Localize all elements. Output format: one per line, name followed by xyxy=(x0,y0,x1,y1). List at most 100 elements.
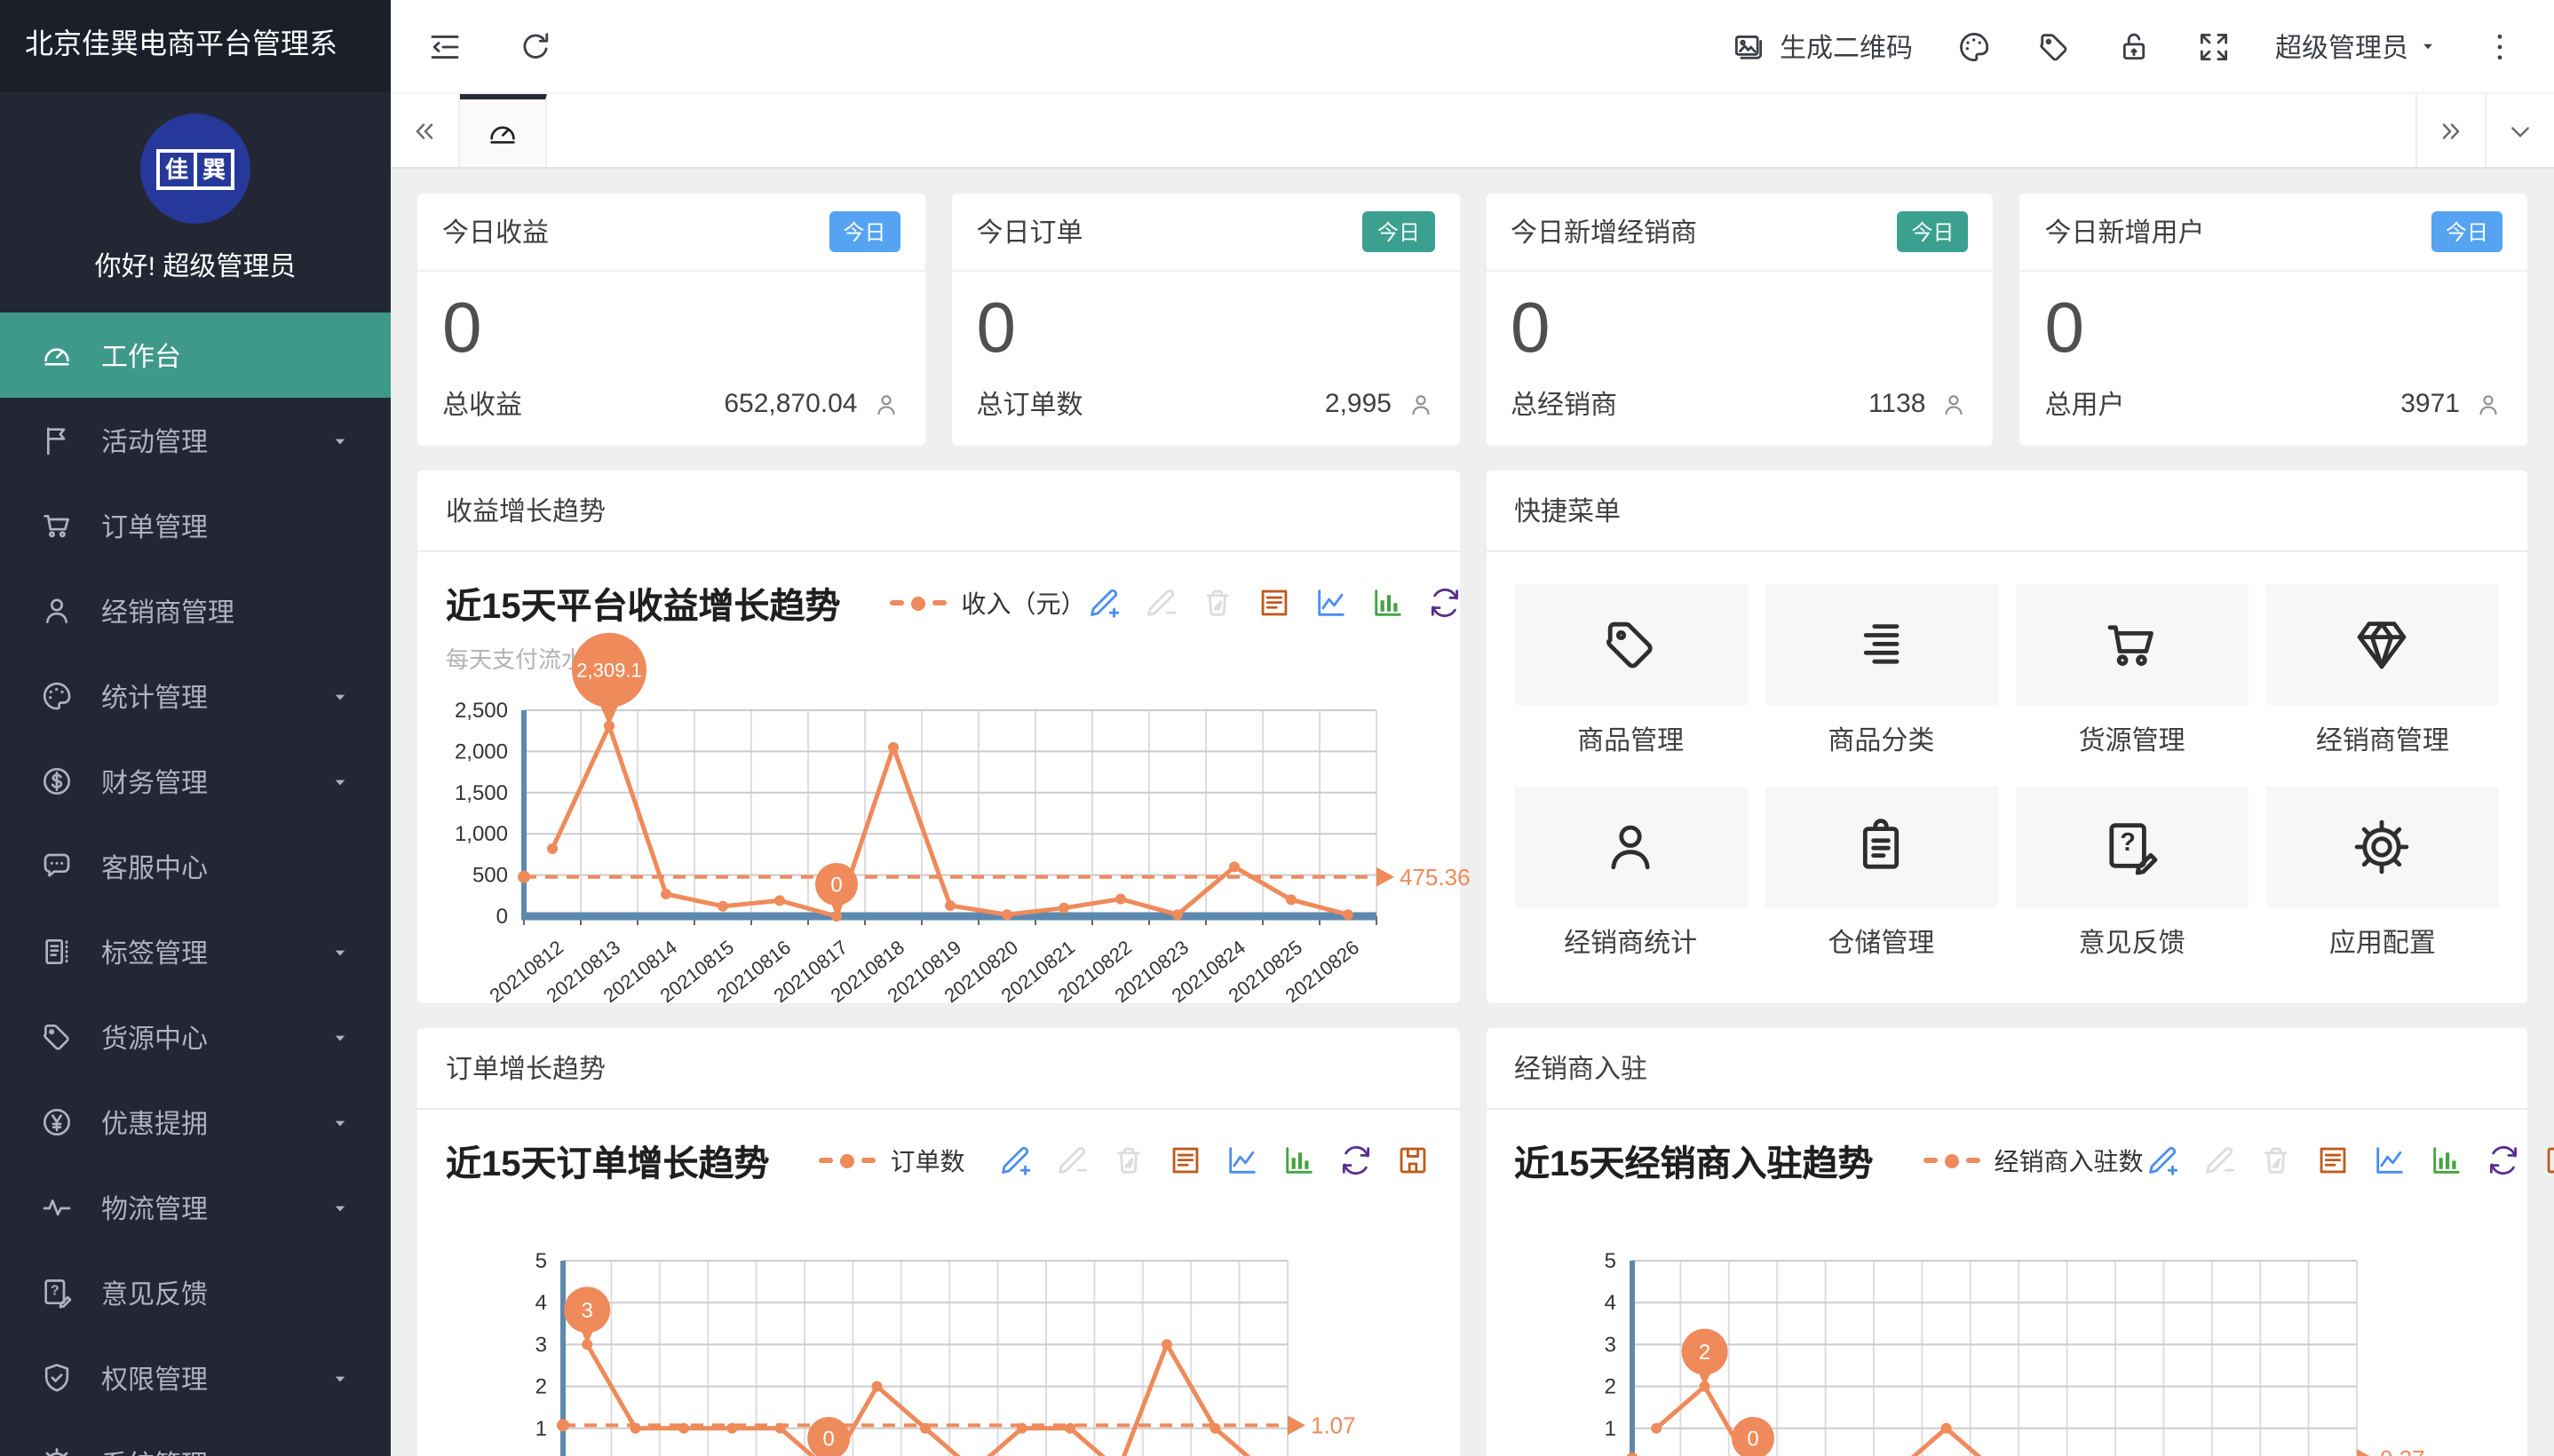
toolbox-brush-add-button[interactable] xyxy=(1086,584,1123,621)
toolbox-restore-button[interactable] xyxy=(1427,584,1464,621)
tag-button[interactable] xyxy=(2035,28,2073,65)
bar-chart-icon xyxy=(1280,1142,1317,1179)
toolbox-restore-button[interactable] xyxy=(1336,1142,1374,1179)
chevron-double-right-icon xyxy=(2435,115,2467,146)
tab-dashboard[interactable] xyxy=(460,94,547,167)
restore-icon xyxy=(1336,1142,1374,1179)
flag-icon xyxy=(39,423,75,458)
quick-menu-item-7[interactable] xyxy=(2266,787,2499,907)
chart-legend[interactable]: 收入（元） xyxy=(891,585,1086,621)
quick-menu-item-6[interactable] xyxy=(2016,787,2249,907)
more-menu-button[interactable] xyxy=(2481,28,2518,65)
toolbox-brush-remove-button[interactable] xyxy=(1052,1142,1090,1179)
lock-icon xyxy=(2115,28,2153,65)
quick-menu-item-3[interactable] xyxy=(2266,584,2499,705)
toolbox-data-view-button[interactable] xyxy=(1166,1142,1203,1179)
toolbox-bar-chart-button[interactable] xyxy=(2428,1142,2465,1179)
sidebar-item-10[interactable]: 物流管理 xyxy=(0,1165,391,1250)
toolbox-brush-remove-button[interactable] xyxy=(1143,584,1180,621)
tabs-scroll-right-button[interactable] xyxy=(2415,94,2485,167)
chart-legend[interactable]: 订单数 xyxy=(820,1143,965,1178)
user-menu[interactable]: 超级管理员 xyxy=(2275,28,2439,65)
stat-card-0: 今日收益 今日 0 总收益 652,870.04 xyxy=(417,194,925,446)
caret-down-icon xyxy=(329,684,352,708)
sidebar-item-label: 标签管理 xyxy=(101,933,329,970)
sidebar-item-5[interactable]: 财务管理 xyxy=(0,739,391,824)
toolbox-brush-clear-button[interactable] xyxy=(2257,1142,2295,1179)
greeting-text: 你好! 超级管理员 xyxy=(0,247,391,284)
toolbox-line-chart-button[interactable] xyxy=(1313,584,1351,621)
fullscreen-button[interactable] xyxy=(2195,28,2233,65)
collapse-sidebar-button[interactable] xyxy=(426,28,464,65)
sidebar-item-8[interactable]: 货源中心 xyxy=(0,994,391,1080)
theme-button[interactable] xyxy=(1955,28,1993,65)
shield-icon xyxy=(39,1360,75,1396)
quick-menu-item-5[interactable] xyxy=(1765,787,1997,907)
toolbox-bar-chart-button[interactable] xyxy=(1370,584,1408,621)
stat-card-value: 0 xyxy=(1511,289,1551,368)
toolbox-save-image-button[interactable] xyxy=(2542,1142,2554,1179)
toolbox-data-view-button[interactable] xyxy=(2314,1142,2352,1179)
quick-menu-label: 应用配置 xyxy=(2266,923,2499,961)
tabs-scroll-left-button[interactable] xyxy=(391,94,460,167)
toolbox-brush-clear-button[interactable] xyxy=(1109,1142,1146,1179)
quick-menu-title: 快捷菜单 xyxy=(1486,471,2527,552)
chart-header: 近15天平台收益增长趋势 收入（元） xyxy=(446,577,1431,629)
toolbox-save-image-button[interactable] xyxy=(1393,1142,1431,1179)
quick-menu-panel: 快捷菜单 商品管理 商品分类 货源管理 经销商管理 经销商统计 仓储管理 意见反… xyxy=(1486,471,2527,1003)
refresh-button[interactable] xyxy=(517,28,554,65)
toolbox-brush-clear-button[interactable] xyxy=(1200,584,1237,621)
dealer-trend-panel: 经销商入驻 近15天经销商入驻趋势 经销商入驻数 012345202108122… xyxy=(1486,1028,2527,1456)
today-badge: 今日 xyxy=(1363,211,1434,252)
svg-text:0.27: 0.27 xyxy=(2379,1445,2424,1456)
toolbox-brush-add-button[interactable] xyxy=(2144,1142,2181,1179)
tag-icon xyxy=(2035,28,2073,65)
quick-menu-item-4[interactable] xyxy=(1514,787,1747,907)
toolbox-restore-button[interactable] xyxy=(2485,1142,2522,1179)
chart-legend[interactable]: 经销商入驻数 xyxy=(1923,1143,2144,1178)
toolbox-line-chart-button[interactable] xyxy=(2371,1142,2408,1179)
svg-text:1: 1 xyxy=(1604,1417,1615,1441)
legend-label: 订单数 xyxy=(891,1143,965,1178)
quick-menu-item-2[interactable] xyxy=(2016,584,2249,705)
sidebar-item-label: 活动管理 xyxy=(101,422,329,459)
quick-menu-label: 仓储管理 xyxy=(1765,923,1997,961)
quick-menu-item-0[interactable] xyxy=(1514,584,1747,705)
line-chart-icon xyxy=(1313,584,1351,621)
sidebar-item-11[interactable]: 意见反馈 xyxy=(0,1250,391,1335)
stat-card-1: 今日订单 今日 0 总订单数 2,995 xyxy=(952,194,1460,446)
quick-menu-label: 经销商管理 xyxy=(2266,721,2499,758)
brush-add-icon xyxy=(1086,584,1123,621)
stat-card-2: 今日新增经销商 今日 0 总经销商 1138 xyxy=(1486,194,1994,446)
sidebar-item-0[interactable]: 工作台 xyxy=(0,313,391,398)
person-icon xyxy=(872,390,900,418)
brush-remove-icon xyxy=(1143,584,1180,621)
chart-body: 近15天经销商入驻趋势 经销商入驻数 012345202108122021081… xyxy=(1486,1110,2527,1456)
quick-menu-item-1[interactable] xyxy=(1765,584,1997,705)
toolbox-brush-add-button[interactable] xyxy=(995,1142,1033,1179)
sidebar-item-6[interactable]: 客服中心 xyxy=(0,824,391,909)
stat-card-body: 0 xyxy=(952,272,1460,385)
person-icon xyxy=(1940,390,1969,418)
sidebar-item-12[interactable]: 权限管理 xyxy=(0,1335,391,1420)
toolbox-bar-chart-button[interactable] xyxy=(1280,1142,1317,1179)
svg-text:2,500: 2,500 xyxy=(455,699,508,723)
sidebar-item-4[interactable]: 统计管理 xyxy=(0,653,391,739)
sidebar-item-7[interactable]: 标签管理 xyxy=(0,909,391,994)
today-badge: 今日 xyxy=(1897,211,1968,252)
sidebar-item-13[interactable]: 系统管理 xyxy=(0,1420,391,1456)
sidebar-item-2[interactable]: 订单管理 xyxy=(0,483,391,568)
kebab-icon xyxy=(2481,28,2518,65)
sidebar-item-3[interactable]: 经销商管理 xyxy=(0,568,391,653)
generate-qr-button[interactable]: 生成二维码 xyxy=(1730,28,1913,65)
person-icon xyxy=(2474,390,2502,418)
sidebar-item-9[interactable]: 优惠提拥 xyxy=(0,1080,391,1165)
toolbox-data-view-button[interactable] xyxy=(1257,584,1294,621)
gauge-icon xyxy=(485,115,520,151)
toolbox-brush-remove-button[interactable] xyxy=(2201,1142,2238,1179)
toolbox-line-chart-button[interactable] xyxy=(1223,1142,1260,1179)
tabs-dropdown-button[interactable] xyxy=(2485,94,2554,167)
sidebar-item-1[interactable]: 活动管理 xyxy=(0,398,391,483)
lock-screen-button[interactable] xyxy=(2115,28,2153,65)
stat-total-value: 2,995 xyxy=(1325,389,1392,419)
